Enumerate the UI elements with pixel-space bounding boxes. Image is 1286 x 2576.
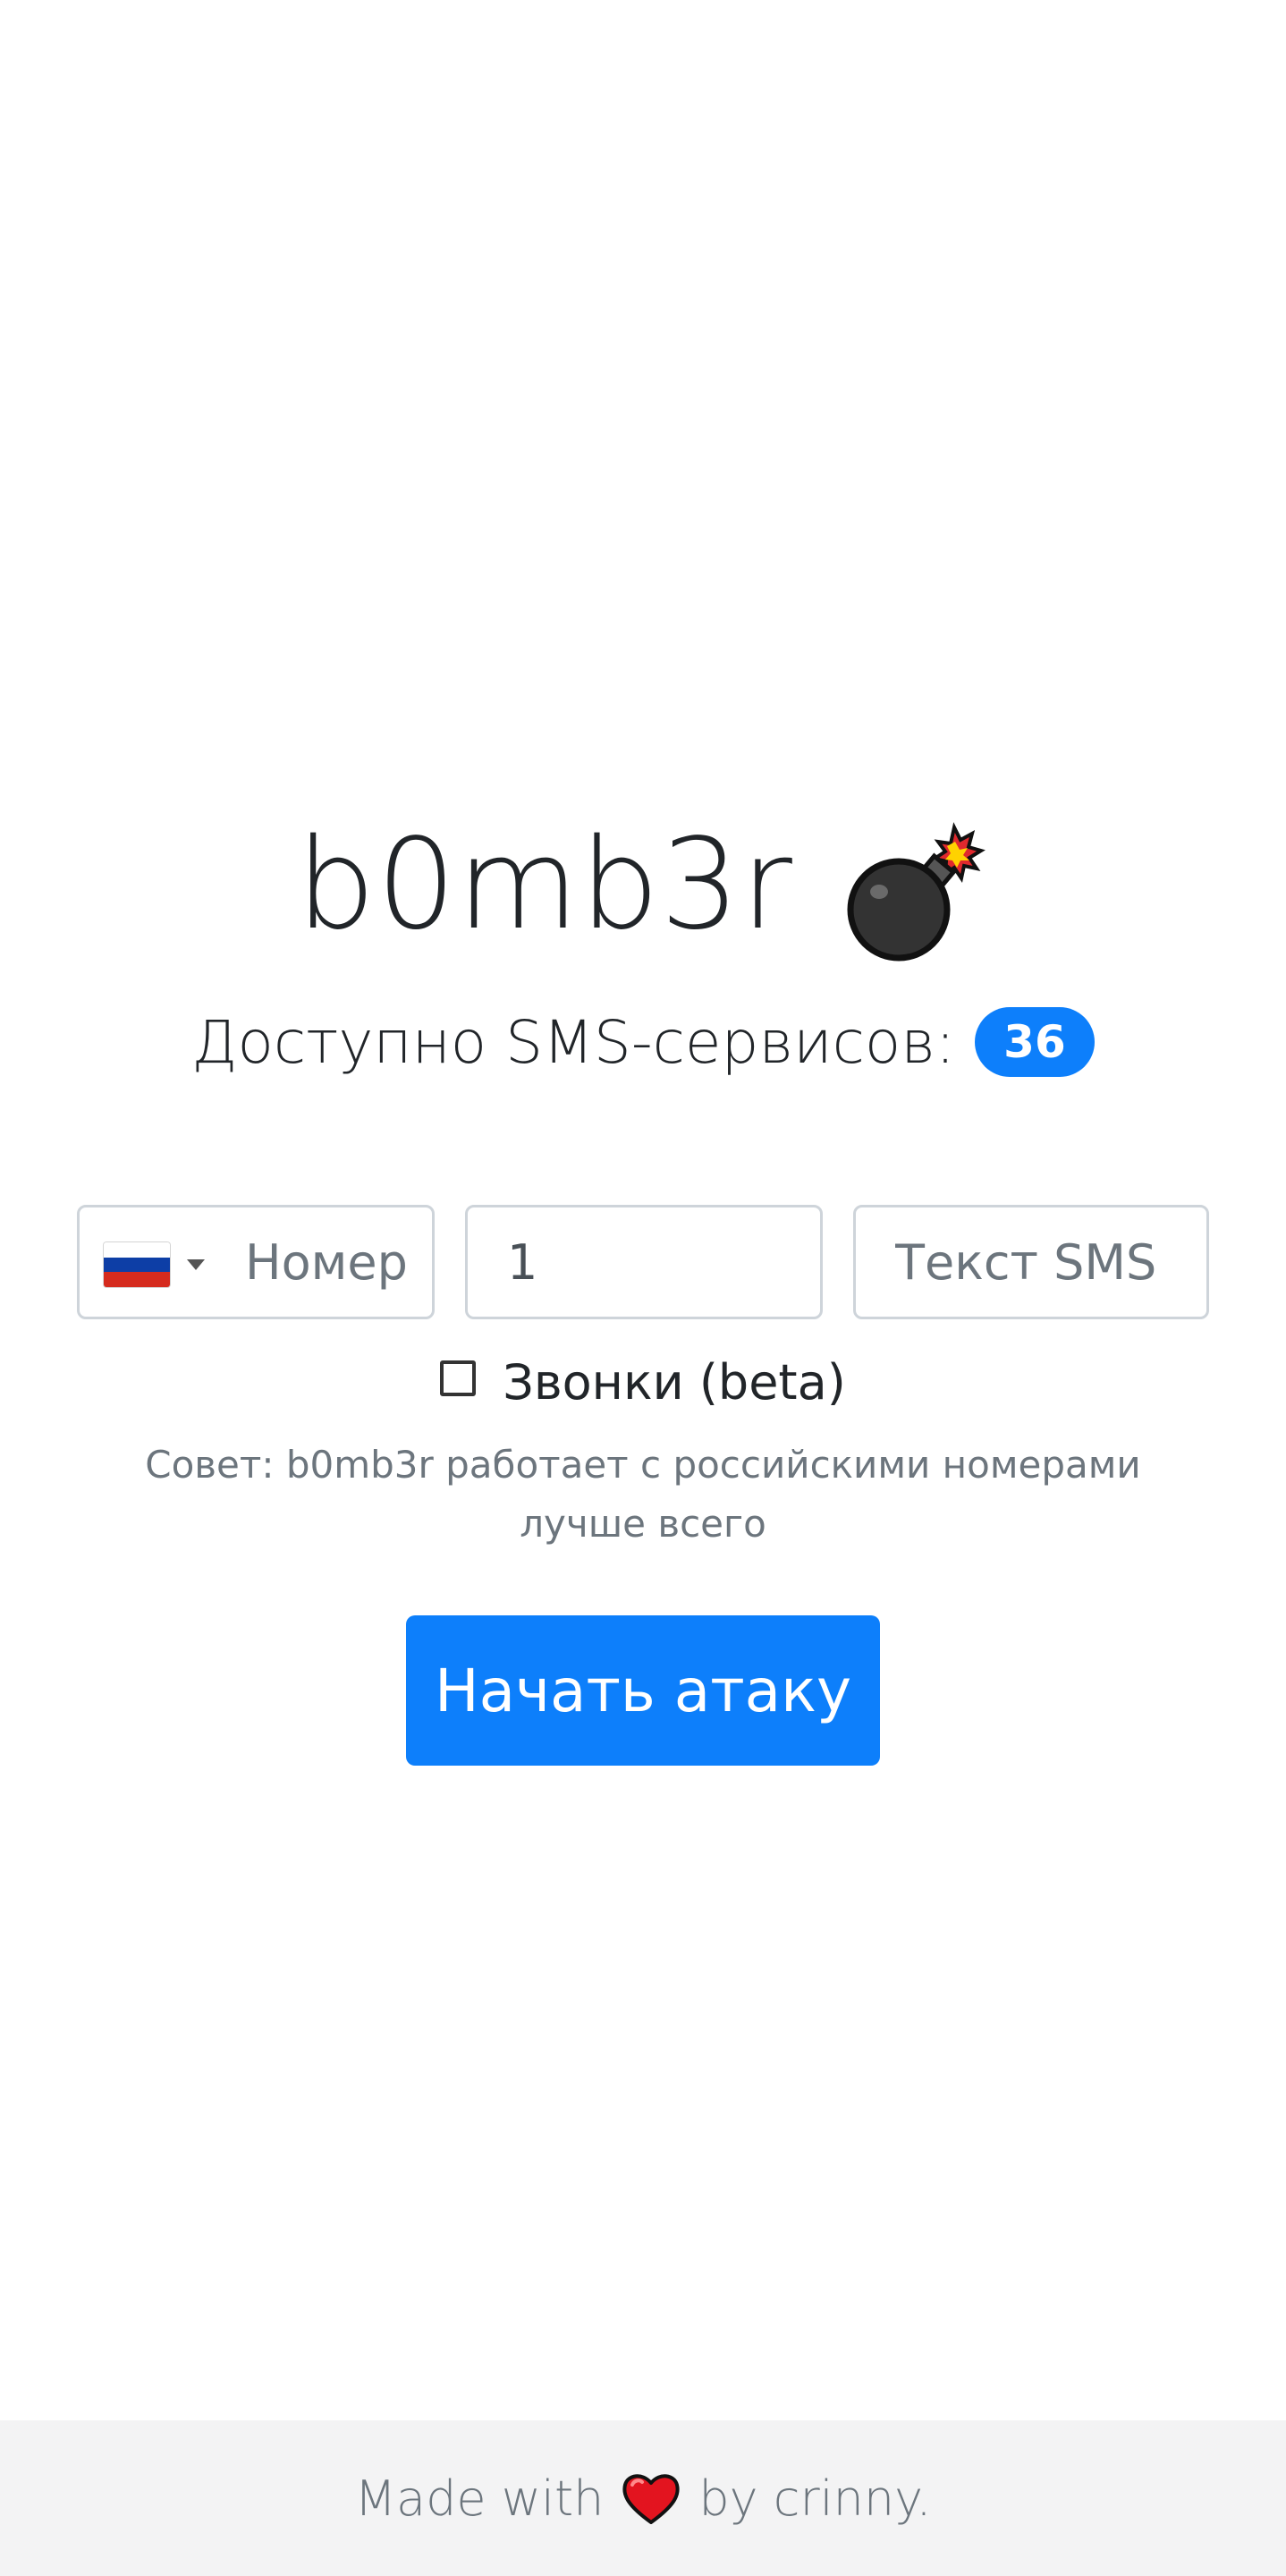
count-field <box>465 1205 823 1319</box>
russia-flag-icon[interactable] <box>104 1242 170 1287</box>
sms-text-input[interactable] <box>895 1208 1199 1317</box>
calls-checkbox-row[interactable]: Звонки (beta) <box>0 1346 1286 1418</box>
services-available-label: Доступно SMS-сервисов: <box>191 1007 956 1077</box>
services-count-badge: 36 <box>975 1007 1095 1077</box>
phone-field <box>77 1205 435 1319</box>
footer-made-with: Made with <box>354 2470 605 2527</box>
phone-input[interactable] <box>245 1208 424 1317</box>
inputs-row <box>77 1205 1209 1323</box>
start-attack-button[interactable]: Начать атаку <box>406 1615 880 1766</box>
page: b0mb3r Доступно SMS-сервисов: 36 Номер 1… <box>0 0 1286 2576</box>
title-row: b0mb3r <box>0 805 1286 966</box>
page-title: b0mb3r <box>296 812 793 958</box>
bomb-icon <box>838 809 990 962</box>
tip-text: Совет: b0mb3r работает с российскими ном… <box>145 1443 1141 1546</box>
sms-text-field <box>853 1205 1209 1319</box>
subtitle-row: Доступно SMS-сервисов: 36 <box>0 997 1286 1087</box>
heart-icon <box>620 2470 682 2526</box>
footer: Made with by crinny. <box>0 2420 1286 2576</box>
calls-checkbox[interactable] <box>440 1360 477 1396</box>
count-input[interactable] <box>507 1208 811 1317</box>
footer-by-author: by crinny. <box>698 2470 932 2527</box>
chevron-down-icon[interactable] <box>187 1259 205 1270</box>
calls-checkbox-label[interactable]: Звонки (beta) <box>503 1354 846 1411</box>
